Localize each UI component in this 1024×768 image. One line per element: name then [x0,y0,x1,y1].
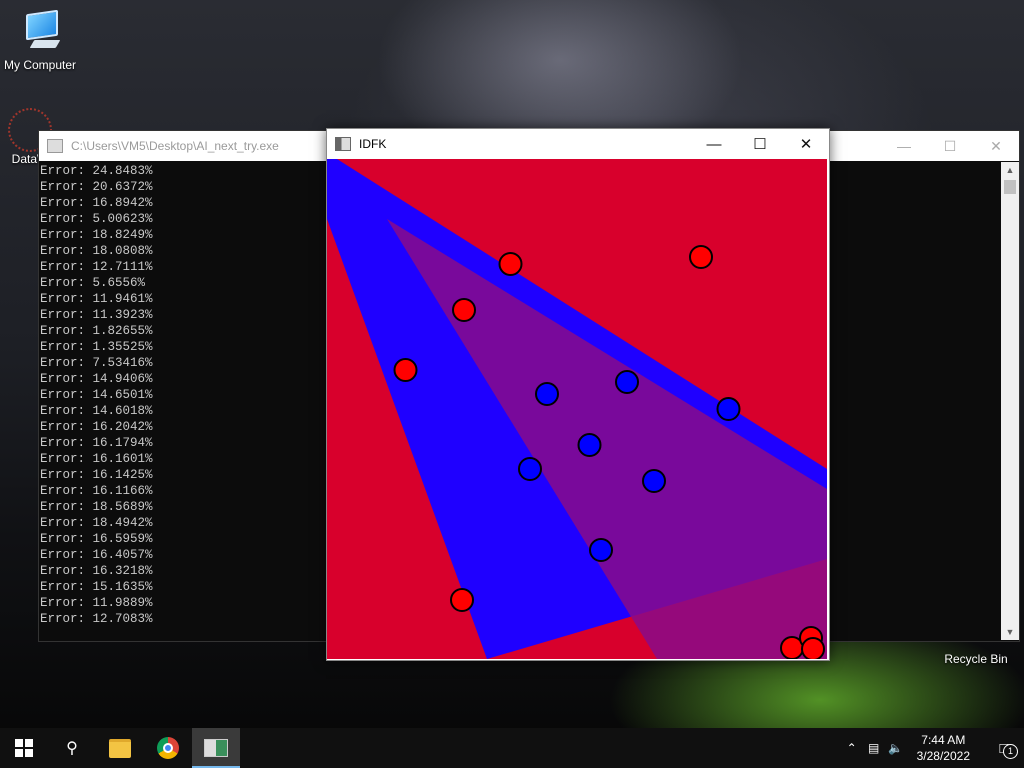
windows-icon [15,739,33,757]
console-close-button[interactable]: ✕ [973,131,1019,161]
folder-icon [109,738,131,758]
console-app-icon [47,139,63,153]
idfk-titlebar[interactable]: IDFK — ☐ ✕ [327,129,829,159]
console-title: C:\Users\VM5\Desktop\AI_next_try.exe [71,139,279,153]
file-explorer-button[interactable] [96,728,144,768]
app-window-icon [204,739,228,757]
recycle-bin-shortcut[interactable]: Recycle Bin [938,652,1014,666]
red-point [498,252,523,276]
scroll-down-icon[interactable]: ▼ [1001,624,1019,640]
my-computer-shortcut[interactable]: My Computer [0,9,80,72]
console-scrollbar[interactable]: ▲ ▼ [1001,162,1019,640]
clock[interactable]: 7:44 AM 3/28/2022 [917,732,970,764]
red-point [452,298,476,322]
idfk-app-icon [335,137,351,151]
blue-point [577,433,602,457]
blue-point [642,469,666,493]
console-minimize-button[interactable]: — [881,131,927,161]
idfk-title: IDFK [359,137,387,151]
clock-time: 7:44 AM [921,733,966,747]
blue-point [716,397,741,421]
recycle-bin-label: Recycle Bin [944,652,1008,666]
search-button[interactable]: ⚲ [48,728,96,768]
search-icon: ⚲ [66,740,78,757]
idfk-maximize-button[interactable]: ☐ [737,129,783,159]
red-point [689,245,713,269]
volume-icon[interactable]: 🔈 [885,741,907,755]
red-point [801,637,825,659]
classification-canvas[interactable] [327,159,827,659]
network-icon[interactable]: ▤ [863,741,885,755]
idfk-window[interactable]: IDFK — ☐ ✕ [326,128,830,661]
system-tray: ⌃ ▤ 🔈 7:44 AM 3/28/2022 □ 1 [841,732,1024,764]
notification-badge: 1 [1003,743,1018,759]
clock-date: 3/28/2022 [916,749,970,763]
scroll-up-icon[interactable]: ▲ [1001,162,1019,178]
console-maximize-button[interactable]: ☐ [927,131,973,161]
blue-point [518,457,542,481]
start-button[interactable] [0,728,48,768]
my-computer-label: My Computer [3,58,77,72]
idfk-minimize-button[interactable]: — [691,129,737,159]
notification-button[interactable]: □ 1 [984,740,1024,759]
blue-point [589,538,613,562]
red-point [450,588,474,612]
idfk-close-button[interactable]: ✕ [783,129,829,159]
red-point [393,358,418,382]
chevron-up-icon[interactable]: ⌃ [841,741,863,755]
computer-icon [18,9,62,56]
blue-point [615,370,639,394]
scroll-thumb[interactable] [1004,180,1016,194]
chrome-icon [157,737,179,759]
chrome-button[interactable] [144,728,192,768]
taskbar: ⚲ ⌃ ▤ 🔈 7:44 AM 3/28/2022 □ 1 [0,728,1024,768]
blue-point [535,382,559,406]
idfk-taskbar-button[interactable] [192,728,240,768]
